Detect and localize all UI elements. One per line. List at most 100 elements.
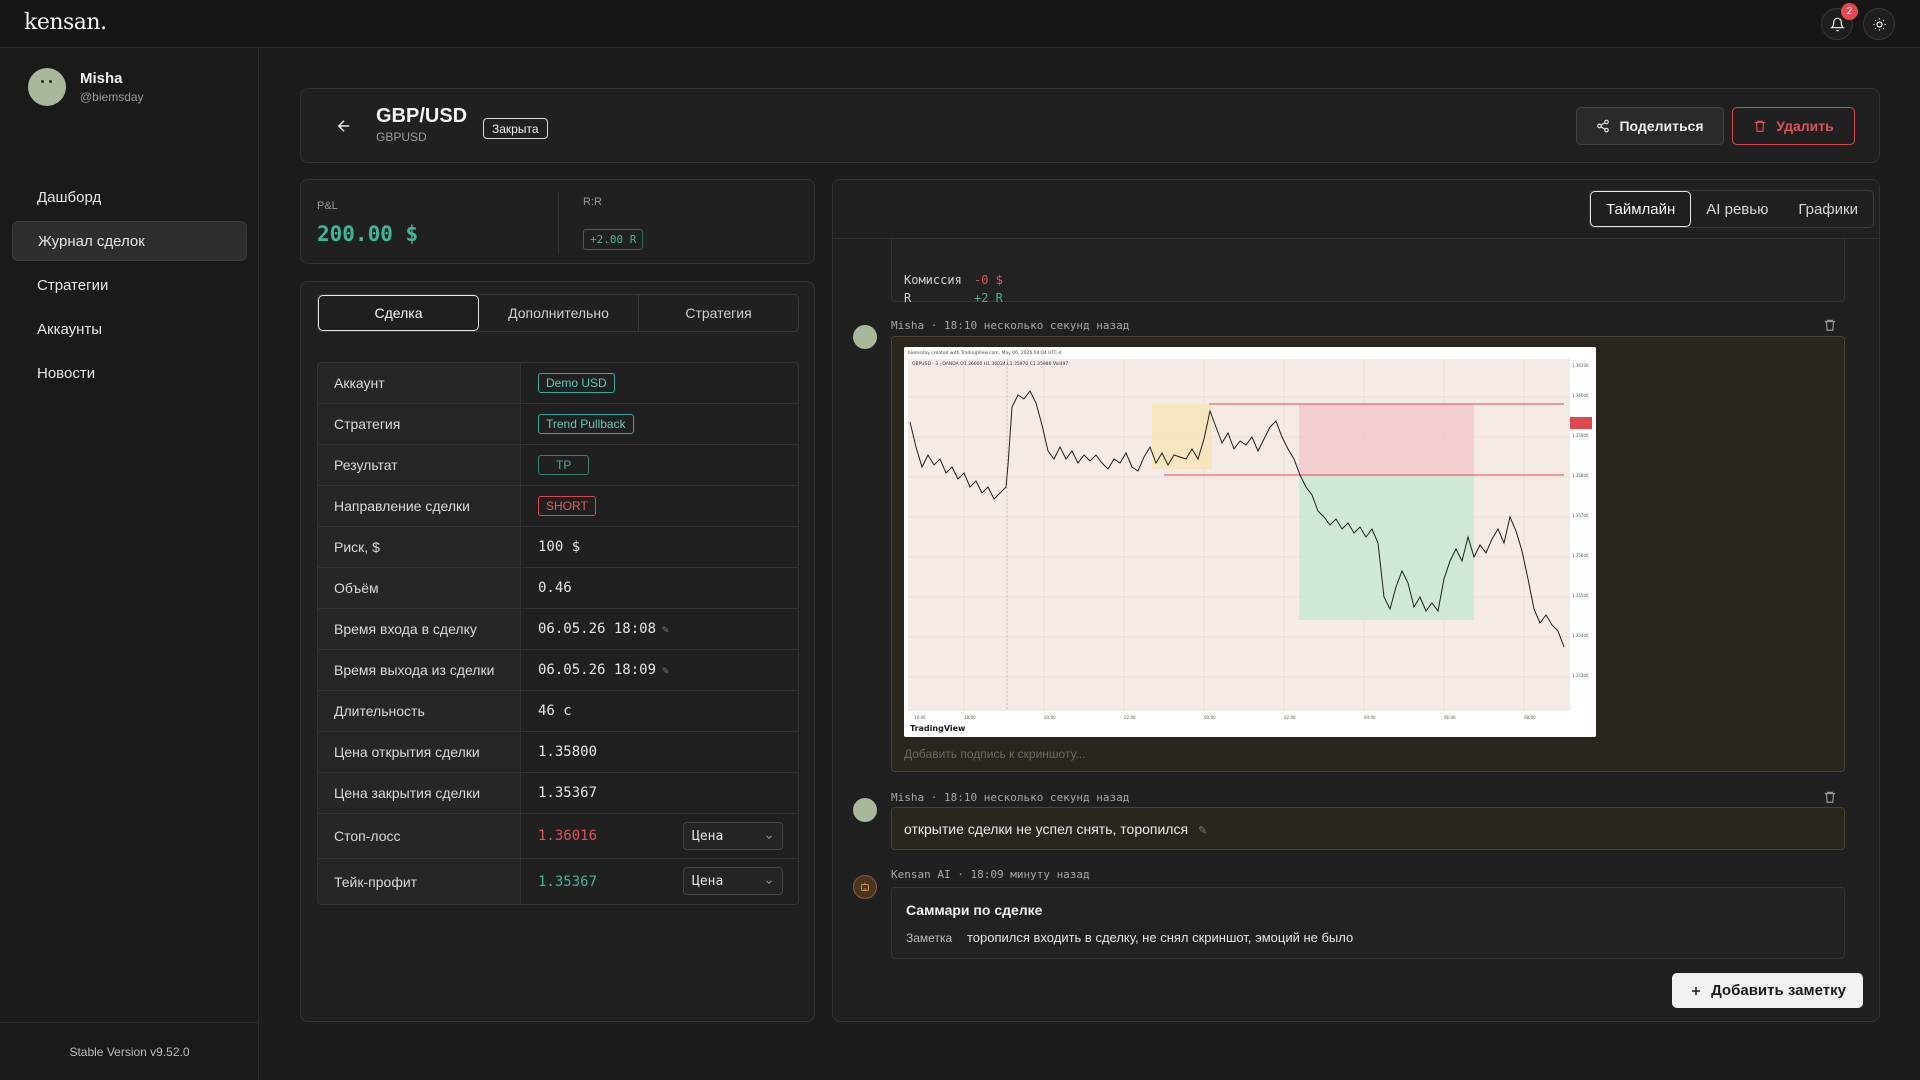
- tab-strategy[interactable]: Стратегия: [639, 295, 798, 331]
- trade-symbol: GBPUSD: [376, 130, 427, 144]
- arrow-left-icon[interactable]: [335, 117, 353, 135]
- tab-additional[interactable]: Дополнительно: [479, 295, 639, 331]
- table-row: Время выхода из сделки 06.05.26 18:09 ✎: [318, 650, 798, 691]
- divider: [833, 238, 1879, 239]
- field-label: Время выхода из сделки: [318, 650, 521, 690]
- result-chip[interactable]: TP: [538, 455, 590, 475]
- ai-note-key: Заметка: [906, 931, 953, 945]
- status-badge: Закрыта: [483, 118, 548, 139]
- add-note-label: Добавить заметку: [1711, 982, 1846, 999]
- app-version: Stable Version v9.52.0: [0, 1022, 259, 1080]
- page-title: GBP/USD: [376, 105, 468, 127]
- timeline-tabs: Таймлайн AI ревью Графики: [1589, 190, 1874, 228]
- note-entry: открытие сделки не успел снять, торопилс…: [891, 807, 1845, 850]
- field-label: Цена закрытия сделки: [318, 773, 521, 813]
- notifications-button[interactable]: 2: [1821, 3, 1858, 40]
- trash-icon[interactable]: [1823, 318, 1837, 332]
- trade-screenshot[interactable]: 1.36100 1.36000 1.35900 1.35800 1.35700 1.35…: [904, 347, 1596, 737]
- ai-avatar: [853, 875, 877, 899]
- ai-note-value: торопился входить в сделку, не снял скри…: [967, 930, 1354, 945]
- trade-details-card: Сделка Дополнительно Стратегия Аккаунт D…: [300, 281, 815, 1022]
- top-bar: kensan. 2: [0, 0, 1920, 48]
- entry-meta: Kensan AI · 18:09 минуту назад: [891, 868, 1090, 881]
- summary-value: +2 R: [974, 291, 1003, 305]
- exit-time-value: 06.05.26 18:09: [538, 662, 657, 678]
- table-row: Стоп-лосс 1.36016 Цена: [318, 814, 798, 859]
- stop-loss-value[interactable]: 1.36016: [538, 828, 597, 844]
- svg-text:1.35500: 1.35500: [1572, 593, 1589, 598]
- field-label: Стоп-лосс: [318, 814, 521, 858]
- avatar: [853, 798, 877, 822]
- sidebar-item-news[interactable]: Новости: [12, 353, 247, 393]
- account-chip[interactable]: Demo USD: [538, 373, 615, 393]
- close-price-value: 1.35367: [538, 785, 598, 801]
- entry-meta: Misha · 18:10 несколько секунд назад: [891, 791, 1130, 804]
- sun-icon: [1872, 17, 1886, 31]
- svg-text:18:00: 18:00: [964, 715, 976, 720]
- summary-row: Комиссия -0 $: [904, 273, 1003, 287]
- sidebar-item-dashboard[interactable]: Дашборд: [12, 177, 247, 217]
- svg-text:02:00: 02:00: [1284, 715, 1296, 720]
- share-icon: [1597, 119, 1610, 133]
- delete-label: Удалить: [1776, 118, 1834, 134]
- user-profile[interactable]: Misha @biemsday: [28, 68, 144, 106]
- tab-ai-review[interactable]: AI ревью: [1691, 191, 1783, 227]
- svg-text:1.35400: 1.35400: [1572, 633, 1589, 638]
- notifications-badge: 2: [1841, 3, 1858, 20]
- trash-icon[interactable]: [1823, 790, 1837, 804]
- sidebar-item-strategies[interactable]: Стратегии: [12, 265, 247, 305]
- svg-text:1.35700: 1.35700: [1572, 513, 1589, 518]
- table-row: Тейк-профит 1.35367 Цена: [318, 859, 798, 904]
- field-label: Тейк-профит: [318, 859, 521, 904]
- pencil-icon[interactable]: ✎: [662, 664, 669, 677]
- table-row: Аккаунт Demo USD: [318, 363, 798, 404]
- sidebar-item-trade-journal[interactable]: Журнал сделок: [12, 221, 247, 261]
- summary-value: -0 $: [974, 273, 1003, 287]
- pencil-icon[interactable]: ✎: [1198, 825, 1207, 837]
- trash-icon: [1755, 120, 1766, 132]
- table-row: Стратегия Trend Pullback: [318, 404, 798, 445]
- sidebar-item-accounts[interactable]: Аккаунты: [12, 309, 247, 349]
- svg-text:04:00: 04:00: [1364, 715, 1376, 720]
- stop-loss-mode-select[interactable]: Цена: [683, 822, 783, 850]
- theme-toggle-button[interactable]: [1863, 8, 1895, 40]
- field-label: Риск, $: [318, 527, 521, 567]
- table-row: Цена закрытия сделки 1.35367: [318, 773, 798, 814]
- field-label: Аккаунт: [318, 363, 521, 403]
- svg-text:1.35800: 1.35800: [1572, 473, 1589, 478]
- strategy-chip[interactable]: Trend Pullback: [538, 414, 634, 434]
- ai-summary-title: Саммари по сделке: [906, 902, 1043, 918]
- svg-text:1.36000: 1.36000: [1572, 393, 1589, 398]
- table-row: Время входа в сделку 06.05.26 18:08 ✎: [318, 609, 798, 650]
- tab-charts[interactable]: Графики: [1783, 191, 1873, 227]
- delete-button[interactable]: Удалить: [1732, 107, 1855, 145]
- timeline-card: Комиссия -0 $ R +2 R Таймлайн AI ревью Г…: [832, 179, 1880, 1022]
- direction-chip[interactable]: SHORT: [538, 496, 596, 516]
- field-label: Время входа в сделку: [318, 609, 521, 649]
- chevron-down-icon: [766, 835, 772, 839]
- trade-header: GBP/USD GBPUSD Закрыта Поделиться Удалит…: [300, 88, 1880, 163]
- bell-icon: [1829, 17, 1845, 31]
- add-note-button[interactable]: Добавить заметку: [1672, 973, 1863, 1008]
- field-label: Длительность: [318, 691, 521, 731]
- take-profit-value[interactable]: 1.35367: [538, 874, 597, 890]
- svg-text:1.35600: 1.35600: [1572, 553, 1589, 558]
- summary-key: R: [904, 291, 912, 305]
- pnl-card: P&L 200.00 $ R:R +2.00 R: [300, 179, 815, 264]
- svg-text:00:00: 00:00: [1204, 715, 1216, 720]
- chart-header-text: biemsday created with TradingView.com, M…: [908, 350, 1062, 356]
- svg-text:1.35900: 1.35900: [1572, 433, 1589, 438]
- chevron-down-icon: [766, 880, 772, 884]
- pencil-icon[interactable]: ✎: [662, 623, 669, 636]
- table-row: Направление сделки SHORT: [318, 486, 798, 527]
- share-button[interactable]: Поделиться: [1576, 107, 1724, 145]
- svg-text:20:00: 20:00: [1044, 715, 1056, 720]
- take-profit-mode-select[interactable]: Цена: [683, 867, 783, 895]
- screenshot-caption-input[interactable]: Добавить подпись к скриншоту...: [904, 747, 1085, 761]
- tab-trade[interactable]: Сделка: [318, 295, 479, 331]
- tab-timeline[interactable]: Таймлайн: [1590, 191, 1692, 227]
- app-logo[interactable]: kensan.: [24, 10, 107, 35]
- svg-text:1.36100: 1.36100: [1572, 363, 1589, 368]
- table-row: Длительность 46 с: [318, 691, 798, 732]
- sidebar: Misha @biemsday Дашборд Журнал сделок Ст…: [0, 48, 259, 1080]
